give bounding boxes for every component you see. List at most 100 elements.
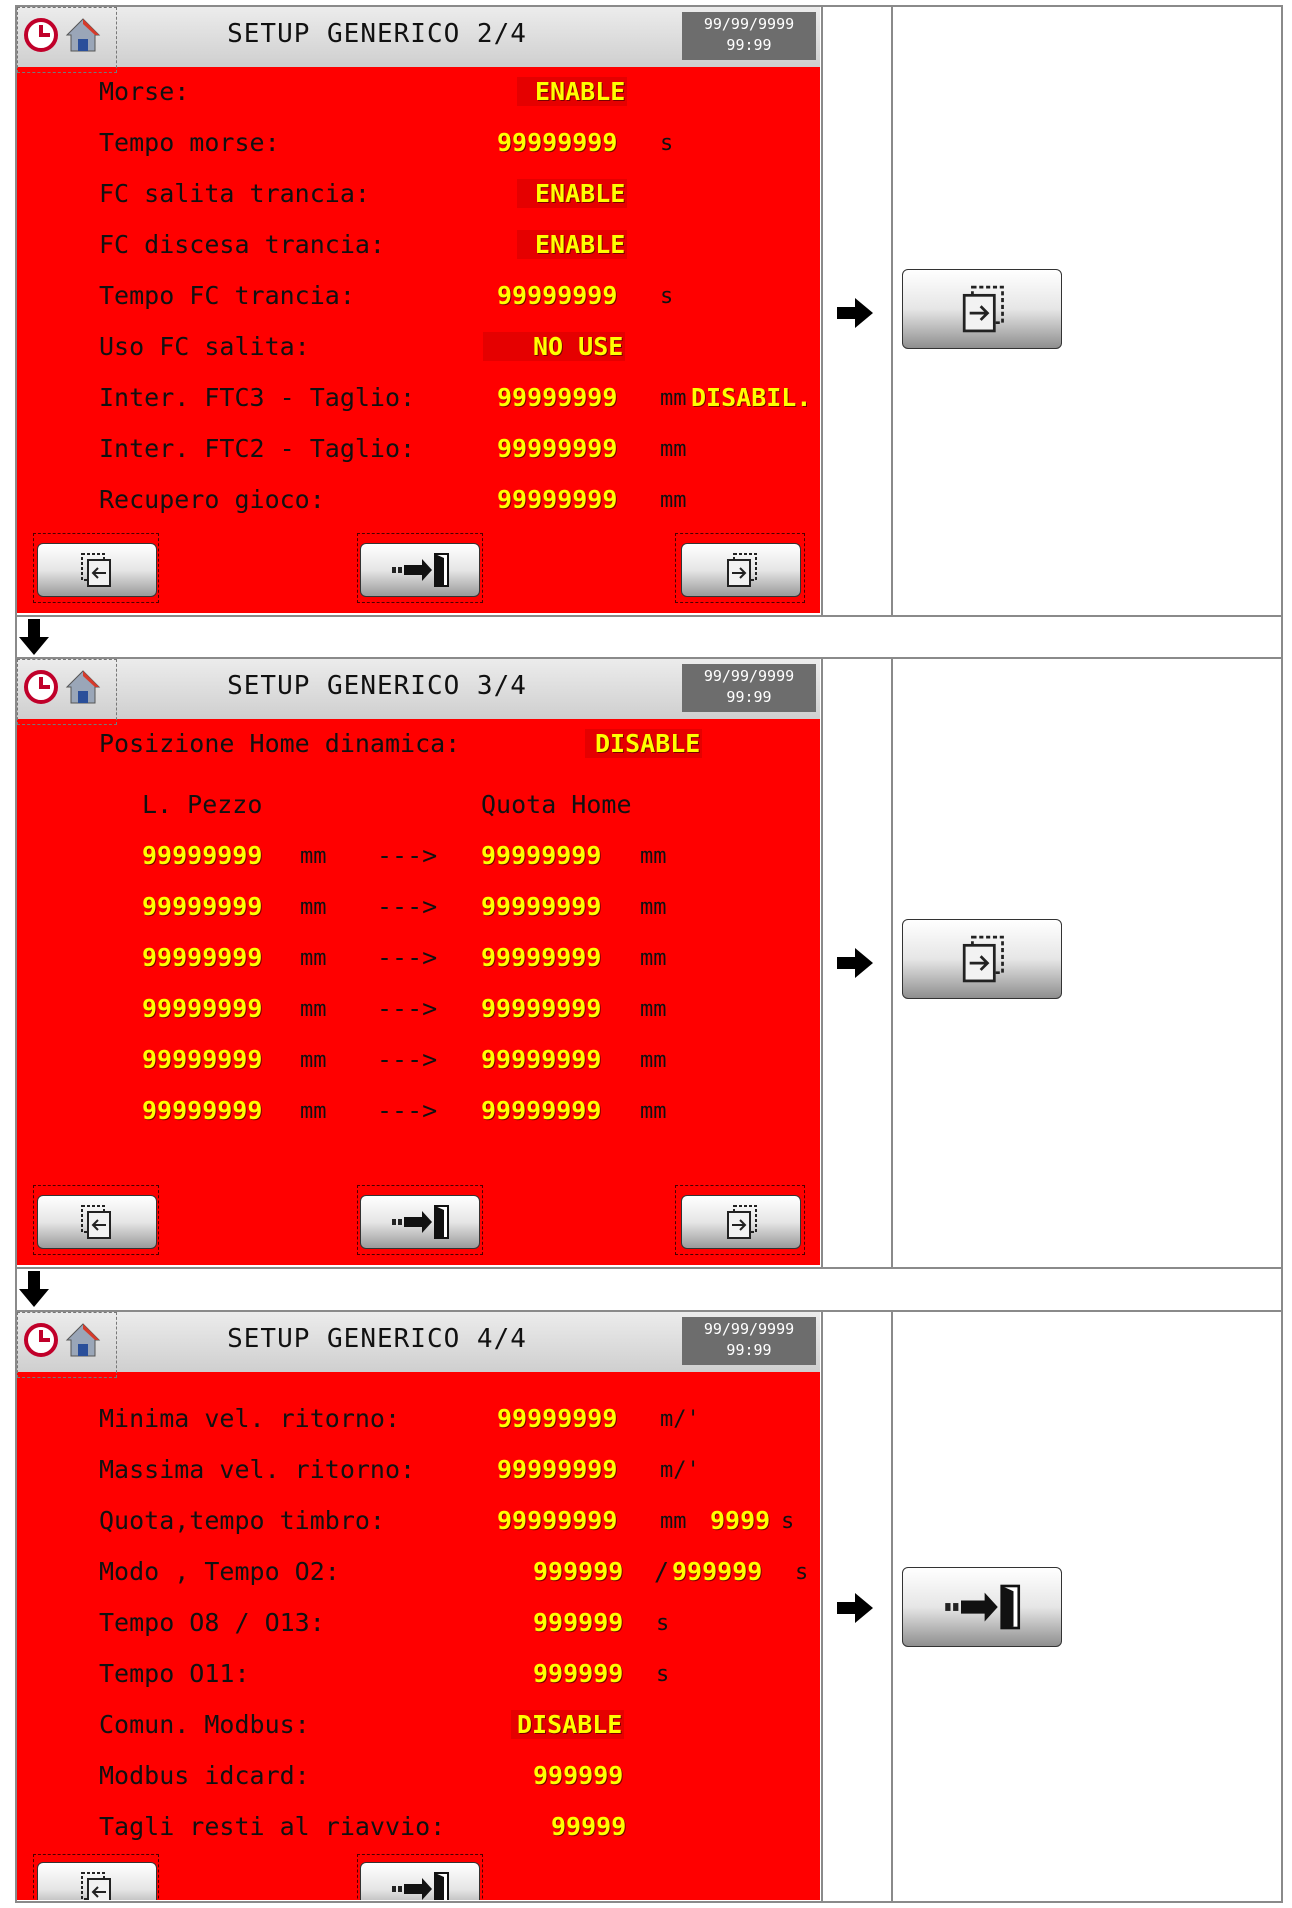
recupero-gioco-value[interactable]: 99999999	[497, 485, 617, 514]
inter-ftc2-value[interactable]: 99999999	[497, 434, 617, 463]
selection-frame	[17, 1312, 117, 1378]
dynamic-home-label: Posizione Home dinamica:	[99, 729, 461, 758]
home-value[interactable]: 99999999	[481, 994, 601, 1023]
field-label: Tempo morse:	[99, 128, 280, 157]
morse-value[interactable]: ENABLE	[517, 77, 628, 106]
home-value[interactable]: 99999999	[481, 943, 601, 972]
max-speed-value[interactable]: 99999999	[497, 1455, 617, 1484]
page-next-icon	[962, 285, 1004, 333]
length-value[interactable]: 99999999	[142, 841, 262, 870]
arrow-right-icon	[837, 298, 873, 328]
exit-door-icon	[945, 1584, 1021, 1630]
home-value[interactable]: 99999999	[481, 1045, 601, 1074]
arrow-text: --->	[377, 1096, 438, 1125]
field-label: Tempo O11:	[99, 1659, 250, 1688]
selection-frame	[17, 7, 117, 73]
stamp-position-value[interactable]: 99999999	[497, 1506, 617, 1535]
exit-side-button[interactable]	[902, 1567, 1062, 1647]
title-bar: SETUP GENERICO 3/4 99/99/9999 99:99	[17, 659, 820, 725]
tempo-fc-value[interactable]: 99999999	[497, 281, 617, 310]
fc-salita-value[interactable]: ENABLE	[517, 179, 628, 208]
unit-label: mm	[660, 386, 687, 411]
modbus-id-value[interactable]: 999999	[533, 1761, 623, 1790]
unit-label: s	[660, 131, 674, 156]
fc-discesa-value[interactable]: ENABLE	[517, 230, 628, 259]
unit-label: s	[781, 1509, 795, 1534]
grid-line	[15, 1901, 1283, 1903]
field-label: Tagli resti al riavvio:	[99, 1812, 446, 1841]
separator-text: /	[654, 1557, 670, 1586]
prev-page-button[interactable]	[37, 1195, 157, 1249]
title-bar: SETUP GENERICO 2/4 99/99/9999 99:99	[17, 7, 820, 73]
tempo-morse-value[interactable]: 99999999	[497, 128, 617, 157]
field-label: Recupero gioco:	[99, 485, 325, 514]
length-value[interactable]: 99999999	[142, 943, 262, 972]
date-time-display: 99/99/9999 99:99	[682, 12, 816, 60]
page-next-icon	[962, 935, 1004, 983]
uso-fc-value[interactable]: NO USE	[483, 332, 626, 361]
grid-line	[821, 657, 823, 1269]
unit-label: m/'	[660, 1458, 700, 1483]
inter-ftc3-status[interactable]: DISABIL.	[691, 383, 811, 412]
next-page-side-button[interactable]	[902, 919, 1062, 999]
grid-line	[1281, 5, 1283, 1903]
exit-button[interactable]	[360, 1195, 480, 1249]
page-prev-icon	[81, 1205, 111, 1239]
arrow-text: --->	[377, 892, 438, 921]
page-title: SETUP GENERICO 3/4	[227, 671, 527, 701]
field-label: Minima vel. ritorno:	[99, 1404, 401, 1433]
field-label: Modo , Tempo O2:	[99, 1557, 340, 1586]
exit-button[interactable]	[360, 1862, 480, 1900]
unit-label: mm	[300, 1099, 327, 1124]
length-value[interactable]: 99999999	[142, 1045, 262, 1074]
field-label: Modbus idcard:	[99, 1761, 310, 1790]
exit-button[interactable]	[360, 543, 480, 597]
o11-time-value[interactable]: 999999	[533, 1659, 623, 1688]
next-page-button[interactable]	[681, 543, 801, 597]
time-text: 99:99	[726, 1341, 772, 1359]
arrow-right-icon	[837, 948, 873, 978]
home-value[interactable]: 99999999	[481, 841, 601, 870]
next-page-button[interactable]	[681, 1195, 801, 1249]
restart-cuts-value[interactable]: 99999	[551, 1812, 626, 1841]
unit-label: mm	[300, 844, 327, 869]
o2-time-value[interactable]: 999999	[672, 1557, 762, 1586]
stamp-time-value[interactable]: 9999	[710, 1506, 770, 1535]
min-speed-value[interactable]: 99999999	[497, 1404, 617, 1433]
page-next-icon	[727, 1205, 757, 1239]
dynamic-home-value[interactable]: DISABLE	[585, 729, 703, 758]
unit-label: mm	[660, 488, 687, 513]
storyboard-grid: SETUP GENERICO 2/4 99/99/9999 99:99 Mors…	[15, 5, 1283, 1903]
length-value[interactable]: 99999999	[142, 892, 262, 921]
o8-o13-time-value[interactable]: 999999	[533, 1608, 623, 1637]
arrow-text: --->	[377, 994, 438, 1023]
unit-label: mm	[300, 946, 327, 971]
unit-label: mm	[660, 437, 687, 462]
prev-page-button[interactable]	[37, 543, 157, 597]
selection-frame	[17, 659, 117, 725]
page-prev-icon	[81, 553, 111, 587]
field-label: Uso FC salita:	[99, 332, 310, 361]
time-text: 99:99	[726, 688, 772, 706]
setup-screen-2: SETUP GENERICO 2/4 99/99/9999 99:99 Mors…	[17, 7, 820, 613]
exit-door-icon	[392, 1205, 449, 1239]
length-value[interactable]: 99999999	[142, 1096, 262, 1125]
unit-label: mm	[640, 844, 667, 869]
home-value[interactable]: 99999999	[481, 1096, 601, 1125]
unit-label: s	[660, 284, 674, 309]
modbus-enable-value[interactable]: DISABLE	[511, 1710, 625, 1739]
unit-label: mm	[640, 1099, 667, 1124]
length-value[interactable]: 99999999	[142, 994, 262, 1023]
time-text: 99:99	[726, 36, 772, 54]
field-label: Quota,tempo timbro:	[99, 1506, 385, 1535]
o2-mode-value[interactable]: 999999	[533, 1557, 623, 1586]
grid-line	[891, 657, 893, 1269]
next-page-side-button[interactable]	[902, 269, 1062, 349]
unit-label: mm	[640, 946, 667, 971]
arrow-text: --->	[377, 841, 438, 870]
home-value[interactable]: 99999999	[481, 892, 601, 921]
title-bar: SETUP GENERICO 4/4 99/99/9999 99:99	[17, 1312, 820, 1378]
inter-ftc3-value[interactable]: 99999999	[497, 383, 617, 412]
prev-page-button[interactable]	[37, 1862, 157, 1900]
setup-screen-3: SETUP GENERICO 3/4 99/99/9999 99:99 Posi…	[17, 659, 820, 1265]
